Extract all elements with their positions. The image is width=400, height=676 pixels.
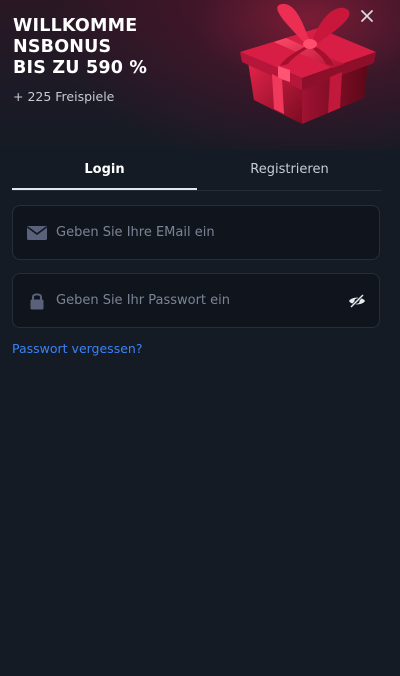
auth-tabs: Login Registrieren: [12, 150, 382, 191]
password-input[interactable]: [56, 274, 336, 327]
tab-register[interactable]: Registrieren: [197, 150, 382, 190]
lock-icon: [30, 293, 44, 310]
promo-subtitle: + 225 Freispiele: [13, 89, 115, 104]
envelope-icon: [27, 226, 47, 240]
promo-title-line: BIS ZU 590 %: [13, 58, 148, 78]
close-icon[interactable]: [356, 5, 378, 27]
tab-login[interactable]: Login: [12, 150, 197, 190]
email-input[interactable]: [56, 206, 336, 259]
email-field: [12, 205, 380, 260]
promo-title: WILLKOMME NSBONUS BIS ZU 590 %: [13, 16, 223, 79]
password-field: [12, 273, 380, 328]
forgot-password-link[interactable]: Passwort vergessen?: [12, 341, 142, 356]
promo-title-line: WILLKOMME: [13, 16, 138, 36]
eye-off-icon[interactable]: [347, 291, 367, 311]
login-modal: WILLKOMME NSBONUS BIS ZU 590 % + 225 Fre…: [0, 0, 400, 676]
promo-title-line: NSBONUS: [13, 37, 112, 57]
